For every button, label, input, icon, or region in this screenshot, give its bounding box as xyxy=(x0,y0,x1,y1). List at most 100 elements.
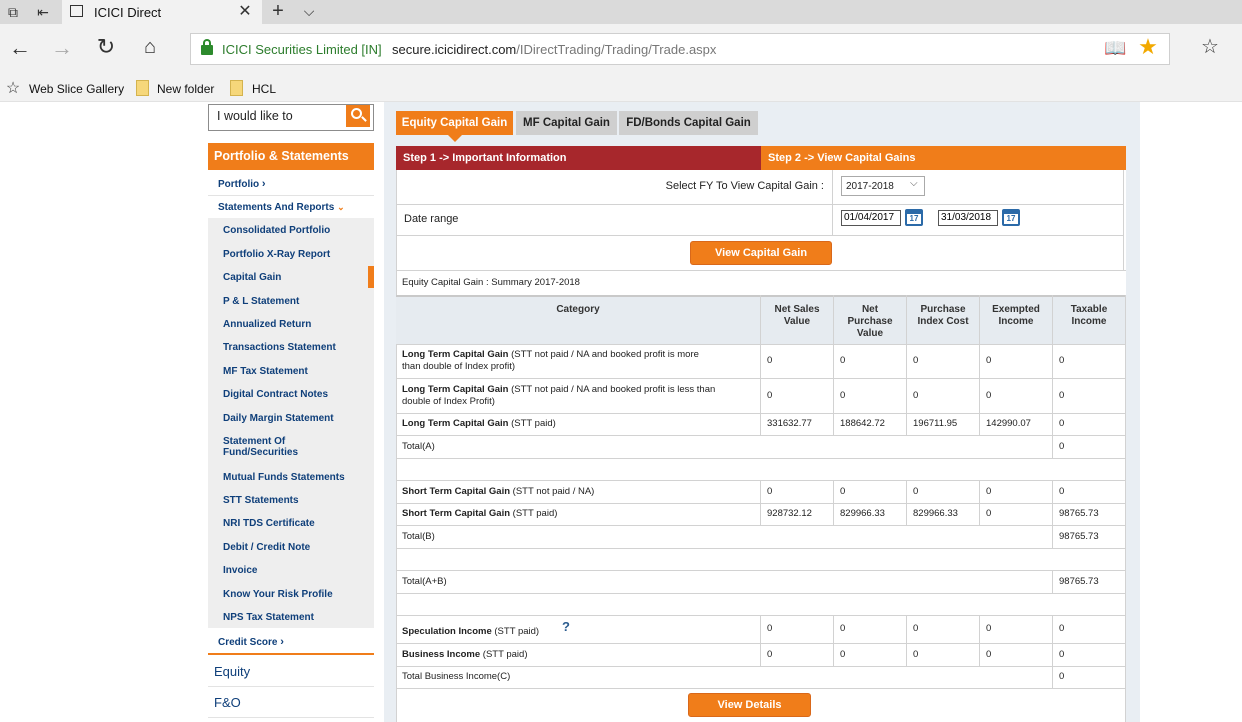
row-stcg-not-paid-label: Short Term Capital Gain (STT not paid / … xyxy=(402,486,594,497)
sidebar-item-statements-reports[interactable]: Statements And Reports ⌄ xyxy=(218,202,345,213)
cell-taxable: 0 xyxy=(1059,355,1065,366)
search-button[interactable] xyxy=(346,105,370,127)
sidebar-item-mutual-funds-statements[interactable]: Mutual Funds Statements xyxy=(223,472,345,483)
divider xyxy=(906,480,907,526)
tab-mf-capital-gain[interactable]: MF Capital Gain xyxy=(516,111,617,135)
tab-fd-bonds-capital-gain[interactable]: FD/Bonds Capital Gain xyxy=(619,111,758,135)
row-label-rest: (STT paid) xyxy=(508,418,556,429)
browser-tab-active[interactable] xyxy=(62,0,262,24)
sidebar-item-know-your-risk-profile[interactable]: Know Your Risk Profile xyxy=(223,589,333,600)
fy-label: Select FY To View Capital Gain : xyxy=(665,180,824,192)
new-tab-icon[interactable]: + xyxy=(268,1,288,21)
sidebar-item-fno[interactable]: F&O xyxy=(214,695,241,710)
fav-web-slice-gallery[interactable]: Web Slice Gallery xyxy=(29,82,124,96)
row-label-bold: Long Term Capital Gain xyxy=(402,418,509,429)
divider xyxy=(396,666,1126,667)
cell-taxable: 0 xyxy=(1059,671,1065,682)
set-tabs-aside-icon[interactable]: ⇤ xyxy=(34,2,52,22)
sidebar-item-nri-tds-certificate[interactable]: NRI TDS Certificate xyxy=(223,518,315,529)
sidebar-item-consolidated-portfolio[interactable]: Consolidated Portfolio xyxy=(223,225,330,236)
cell-net-sales: 0 xyxy=(767,623,773,634)
cell-net-purchase: 188642.72 xyxy=(840,418,885,429)
cell-net-purchase: 0 xyxy=(840,390,846,401)
sidebar-item-label: Portfolio xyxy=(218,179,260,190)
cell-taxable: 0 xyxy=(1059,441,1065,452)
date-to-input[interactable]: 31/03/2018 xyxy=(938,210,998,226)
sidebar-item-debit-credit-note[interactable]: Debit / Credit Note xyxy=(223,542,310,553)
row-label-rest: (STT not paid / NA and booked profit is … xyxy=(508,349,699,360)
sidebar-item-nps-tax-statement[interactable]: NPS Tax Statement xyxy=(223,612,314,623)
tab-actions-icon[interactable]: ⧉ xyxy=(4,2,22,22)
calendar-icon[interactable]: 17 xyxy=(905,209,923,226)
col-taxable-line: Taxable xyxy=(1070,304,1108,315)
sidebar-item-stt-statements[interactable]: STT Statements xyxy=(223,495,299,506)
sidebar-item-equity[interactable]: Equity xyxy=(214,664,250,679)
cell-net-purchase: 0 xyxy=(840,486,846,497)
row-stcg-stt-paid-label: Short Term Capital Gain (STT paid) xyxy=(402,508,557,519)
row-ltcg-less-than-double-label: Long Term Capital Gain (STT not paid / N… xyxy=(402,384,754,408)
calendar-icon[interactable]: 17 xyxy=(1002,209,1020,226)
favorites-hub-icon[interactable]: ☆ xyxy=(1198,37,1222,57)
sidebar-item-mf-tax-statement[interactable]: MF Tax Statement xyxy=(223,366,308,377)
date-from-input[interactable]: 01/04/2017 xyxy=(841,210,901,226)
view-details-button[interactable]: View Details xyxy=(688,693,811,717)
sidebar-item-pl-statement[interactable]: P & L Statement xyxy=(223,296,299,307)
sidebar-item-transactions-statement[interactable]: Transactions Statement xyxy=(223,342,336,353)
sidebar-item-invoice[interactable]: Invoice xyxy=(223,565,257,576)
col-net-purchase-line: Purchase xyxy=(847,316,893,327)
close-tab-icon[interactable]: ✕ xyxy=(236,2,254,22)
row-label-rest: (STT not paid / NA) xyxy=(510,486,595,497)
sidebar-item-portfolio[interactable]: Portfolio › xyxy=(218,178,266,190)
section-portfolio-statements[interactable]: Portfolio & Statements xyxy=(208,143,374,170)
cell-net-sales: 928732.12 xyxy=(767,508,812,519)
active-item-indicator xyxy=(368,266,374,288)
sidebar-item-credit-score[interactable]: Credit Score › xyxy=(218,636,284,648)
sidebar-item-portfolio-xray[interactable]: Portfolio X-Ray Report xyxy=(223,249,330,260)
cell-exempted: 0 xyxy=(986,355,992,366)
col-net-sales: Net Sales Value xyxy=(761,304,833,328)
favorite-star-icon[interactable]: ★ xyxy=(1136,36,1160,58)
sidebar-item-label: Fund/Securities xyxy=(223,447,299,458)
cell-net-sales: 0 xyxy=(767,649,773,660)
cell-exempted: 0 xyxy=(986,486,992,497)
view-capital-gain-button[interactable]: View Capital Gain xyxy=(690,241,832,265)
divider xyxy=(760,295,761,436)
divider xyxy=(396,570,1126,571)
cell-taxable: 0 xyxy=(1059,623,1065,634)
divider xyxy=(833,615,834,667)
cell-net-sales: 331632.77 xyxy=(767,418,812,429)
fav-hcl[interactable]: HCL xyxy=(252,82,276,96)
sidebar-item-statement-of-fund[interactable]: Statement Of Fund/Securities xyxy=(223,436,298,458)
tab-equity-capital-gain[interactable]: Equity Capital Gain xyxy=(396,111,513,135)
divider xyxy=(396,525,1126,526)
help-icon[interactable]: ? xyxy=(562,619,570,634)
lock-shackle xyxy=(203,39,211,47)
url-path: /IDirectTrading/Trading/Trade.aspx xyxy=(516,42,717,57)
cell-net-purchase: 0 xyxy=(840,623,846,634)
fy-select[interactable]: 2017-2018 ⌵ xyxy=(841,176,925,196)
fav-new-folder[interactable]: New folder xyxy=(157,82,214,96)
refresh-icon[interactable]: ↻ xyxy=(94,36,118,58)
chevron-down-icon: ⌄ xyxy=(337,202,345,212)
forward-icon[interactable]: → xyxy=(50,37,74,59)
divider xyxy=(396,643,1126,644)
sidebar-item-daily-margin-statement[interactable]: Daily Margin Statement xyxy=(223,413,334,424)
col-exempted-line: Income xyxy=(998,316,1034,327)
chevron-down-icon[interactable]: ⌵ xyxy=(300,1,318,21)
divider xyxy=(396,344,1126,345)
cell-net-purchase: 0 xyxy=(840,355,846,366)
sidebar-item-capital-gain[interactable]: Capital Gain xyxy=(223,272,281,283)
favorites-star-icon[interactable]: ☆ xyxy=(4,79,22,99)
reading-view-icon[interactable]: 📖 xyxy=(1104,38,1126,58)
divider xyxy=(832,170,833,235)
sidebar-item-annualized-return[interactable]: Annualized Return xyxy=(223,319,311,330)
home-icon[interactable]: ⌂ xyxy=(138,37,162,57)
sidebar-item-digital-contract-notes[interactable]: Digital Contract Notes xyxy=(223,389,328,400)
col-purchase-index-line: Purchase xyxy=(920,304,966,315)
cell-taxable: 0 xyxy=(1059,649,1065,660)
col-net-purchase-line: Value xyxy=(856,328,884,339)
col-net-sales-line: Net Sales xyxy=(774,304,820,315)
row-label-bold: Long Term Capital Gain xyxy=(402,349,509,360)
back-icon[interactable]: ← xyxy=(8,37,32,59)
row-total-a-label: Total(A) xyxy=(402,441,435,452)
